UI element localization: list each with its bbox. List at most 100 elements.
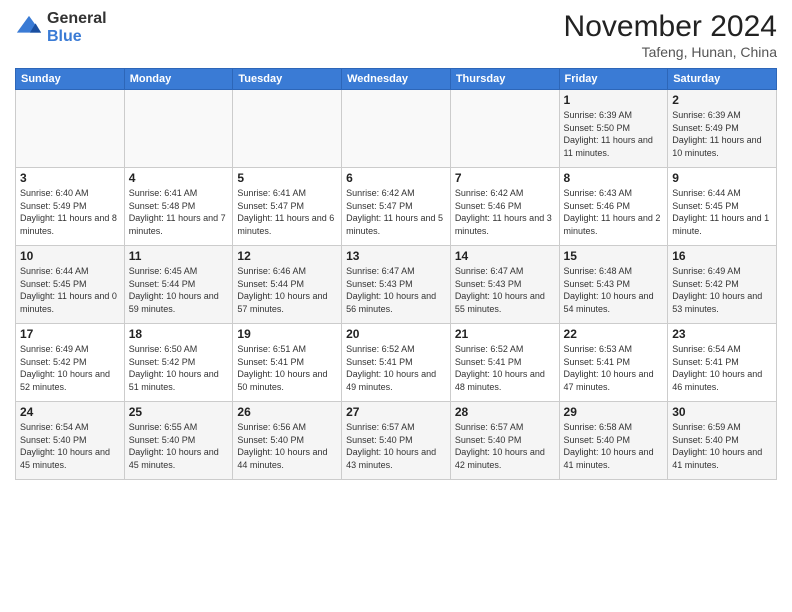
- calendar-cell: 16 Sunrise: 6:49 AM Sunset: 5:42 PM Dayli…: [668, 246, 777, 324]
- title-block: November 2024 Tafeng, Hunan, China: [564, 10, 777, 60]
- calendar-table: SundayMondayTuesdayWednesdayThursdayFrid…: [15, 68, 777, 480]
- day-number: 13: [346, 249, 446, 263]
- calendar-cell: [233, 90, 342, 168]
- calendar-week: 1Sunrise: 6:39 AM Sunset: 5:50 PM Daylig…: [16, 90, 777, 168]
- day-info: Sunrise: 6:45 AM Sunset: 5:44 PM Dayligh…: [129, 265, 229, 315]
- day-info: Sunrise: 6:52 AM Sunset: 5:41 PM Dayligh…: [346, 343, 446, 393]
- day-info: Sunrise: 6:52 AM Sunset: 5:41 PM Dayligh…: [455, 343, 555, 393]
- day-number: 26: [237, 405, 337, 419]
- calendar-cell: 15 Sunrise: 6:48 AM Sunset: 5:43 PM Dayli…: [559, 246, 668, 324]
- calendar-cell: [124, 90, 233, 168]
- day-info: Sunrise: 6:50 AM Sunset: 5:42 PM Dayligh…: [129, 343, 229, 393]
- day-number: 5: [237, 171, 337, 185]
- day-number: 28: [455, 405, 555, 419]
- day-number: 10: [20, 249, 120, 263]
- day-info: Sunrise: 6:39 AM Sunset: 5:50 PM Dayligh…: [564, 109, 664, 159]
- day-number: 4: [129, 171, 229, 185]
- calendar-cell: 18Sunrise: 6:50 AM Sunset: 5:42 PM Dayli…: [124, 324, 233, 402]
- day-info: Sunrise: 6:51 AM Sunset: 5:41 PM Dayligh…: [237, 343, 337, 393]
- calendar-cell: 23Sunrise: 6:54 AM Sunset: 5:41 PM Dayli…: [668, 324, 777, 402]
- calendar-cell: 2 Sunrise: 6:39 AM Sunset: 5:49 PM Daylig…: [668, 90, 777, 168]
- calendar-cell: 21 Sunrise: 6:52 AM Sunset: 5:41 PM Dayli…: [450, 324, 559, 402]
- calendar-cell: 6 Sunrise: 6:42 AM Sunset: 5:47 PM Daylig…: [342, 168, 451, 246]
- logo-general: General: [47, 10, 107, 28]
- day-number: 15: [564, 249, 664, 263]
- day-info: Sunrise: 6:41 AM Sunset: 5:47 PM Dayligh…: [237, 187, 337, 237]
- calendar-cell: 4 Sunrise: 6:41 AM Sunset: 5:48 PM Daylig…: [124, 168, 233, 246]
- calendar-cell: 11 Sunrise: 6:45 AM Sunset: 5:44 PM Dayli…: [124, 246, 233, 324]
- logo: General Blue: [15, 10, 107, 45]
- day-info: Sunrise: 6:40 AM Sunset: 5:49 PM Dayligh…: [20, 187, 120, 237]
- day-info: Sunrise: 6:39 AM Sunset: 5:49 PM Dayligh…: [672, 109, 772, 159]
- header-day: Sunday: [16, 69, 125, 90]
- day-info: Sunrise: 6:55 AM Sunset: 5:40 PM Dayligh…: [129, 421, 229, 471]
- day-number: 27: [346, 405, 446, 419]
- day-info: Sunrise: 6:46 AM Sunset: 5:44 PM Dayligh…: [237, 265, 337, 315]
- calendar-week: 10Sunrise: 6:44 AM Sunset: 5:45 PM Dayli…: [16, 246, 777, 324]
- calendar-week: 3Sunrise: 6:40 AM Sunset: 5:49 PM Daylig…: [16, 168, 777, 246]
- calendar-cell: 25 Sunrise: 6:55 AM Sunset: 5:40 PM Dayli…: [124, 402, 233, 480]
- logo-icon: [15, 14, 43, 42]
- logo-text: General Blue: [47, 10, 107, 45]
- day-info: Sunrise: 6:59 AM Sunset: 5:40 PM Dayligh…: [672, 421, 772, 471]
- day-info: Sunrise: 6:53 AM Sunset: 5:41 PM Dayligh…: [564, 343, 664, 393]
- day-number: 30: [672, 405, 772, 419]
- day-number: 2: [672, 93, 772, 107]
- day-number: 12: [237, 249, 337, 263]
- day-info: Sunrise: 6:41 AM Sunset: 5:48 PM Dayligh…: [129, 187, 229, 237]
- header-row: SundayMondayTuesdayWednesdayThursdayFrid…: [16, 69, 777, 90]
- day-number: 21: [455, 327, 555, 341]
- day-number: 29: [564, 405, 664, 419]
- day-number: 7: [455, 171, 555, 185]
- calendar-cell: [342, 90, 451, 168]
- header-day: Thursday: [450, 69, 559, 90]
- calendar-cell: 20Sunrise: 6:52 AM Sunset: 5:41 PM Dayli…: [342, 324, 451, 402]
- calendar-cell: 22 Sunrise: 6:53 AM Sunset: 5:41 PM Dayli…: [559, 324, 668, 402]
- calendar-cell: 24Sunrise: 6:54 AM Sunset: 5:40 PM Dayli…: [16, 402, 125, 480]
- calendar-cell: 17Sunrise: 6:49 AM Sunset: 5:42 PM Dayli…: [16, 324, 125, 402]
- day-number: 23: [672, 327, 772, 341]
- day-number: 25: [129, 405, 229, 419]
- day-number: 16: [672, 249, 772, 263]
- calendar-cell: 19 Sunrise: 6:51 AM Sunset: 5:41 PM Dayli…: [233, 324, 342, 402]
- calendar-cell: 14 Sunrise: 6:47 AM Sunset: 5:43 PM Dayli…: [450, 246, 559, 324]
- day-info: Sunrise: 6:49 AM Sunset: 5:42 PM Dayligh…: [672, 265, 772, 315]
- day-info: Sunrise: 6:47 AM Sunset: 5:43 PM Dayligh…: [346, 265, 446, 315]
- day-number: 22: [564, 327, 664, 341]
- calendar-cell: 29Sunrise: 6:58 AM Sunset: 5:40 PM Dayli…: [559, 402, 668, 480]
- header-day: Saturday: [668, 69, 777, 90]
- day-info: Sunrise: 6:44 AM Sunset: 5:45 PM Dayligh…: [672, 187, 772, 237]
- calendar-cell: 1Sunrise: 6:39 AM Sunset: 5:50 PM Daylig…: [559, 90, 668, 168]
- day-number: 8: [564, 171, 664, 185]
- calendar-cell: 30 Sunrise: 6:59 AM Sunset: 5:40 PM Dayli…: [668, 402, 777, 480]
- header-day: Wednesday: [342, 69, 451, 90]
- day-number: 14: [455, 249, 555, 263]
- day-number: 24: [20, 405, 120, 419]
- day-number: 17: [20, 327, 120, 341]
- calendar-cell: 5 Sunrise: 6:41 AM Sunset: 5:47 PM Daylig…: [233, 168, 342, 246]
- calendar-cell: 8 Sunrise: 6:43 AM Sunset: 5:46 PM Daylig…: [559, 168, 668, 246]
- day-info: Sunrise: 6:57 AM Sunset: 5:40 PM Dayligh…: [346, 421, 446, 471]
- calendar-cell: 13 Sunrise: 6:47 AM Sunset: 5:43 PM Dayli…: [342, 246, 451, 324]
- day-info: Sunrise: 6:47 AM Sunset: 5:43 PM Dayligh…: [455, 265, 555, 315]
- day-number: 6: [346, 171, 446, 185]
- header: General Blue November 2024 Tafeng, Hunan…: [15, 10, 777, 60]
- calendar-cell: 3Sunrise: 6:40 AM Sunset: 5:49 PM Daylig…: [16, 168, 125, 246]
- day-info: Sunrise: 6:48 AM Sunset: 5:43 PM Dayligh…: [564, 265, 664, 315]
- day-number: 11: [129, 249, 229, 263]
- day-info: Sunrise: 6:42 AM Sunset: 5:47 PM Dayligh…: [346, 187, 446, 237]
- day-info: Sunrise: 6:43 AM Sunset: 5:46 PM Dayligh…: [564, 187, 664, 237]
- calendar-cell: 28Sunrise: 6:57 AM Sunset: 5:40 PM Dayli…: [450, 402, 559, 480]
- month-title: November 2024: [564, 10, 777, 44]
- calendar-week: 17Sunrise: 6:49 AM Sunset: 5:42 PM Dayli…: [16, 324, 777, 402]
- day-info: Sunrise: 6:56 AM Sunset: 5:40 PM Dayligh…: [237, 421, 337, 471]
- day-number: 9: [672, 171, 772, 185]
- header-day: Monday: [124, 69, 233, 90]
- calendar-cell: 12 Sunrise: 6:46 AM Sunset: 5:44 PM Dayli…: [233, 246, 342, 324]
- location: Tafeng, Hunan, China: [564, 44, 777, 60]
- day-number: 19: [237, 327, 337, 341]
- calendar-header: SundayMondayTuesdayWednesdayThursdayFrid…: [16, 69, 777, 90]
- calendar-cell: 7Sunrise: 6:42 AM Sunset: 5:46 PM Daylig…: [450, 168, 559, 246]
- header-day: Friday: [559, 69, 668, 90]
- header-day: Tuesday: [233, 69, 342, 90]
